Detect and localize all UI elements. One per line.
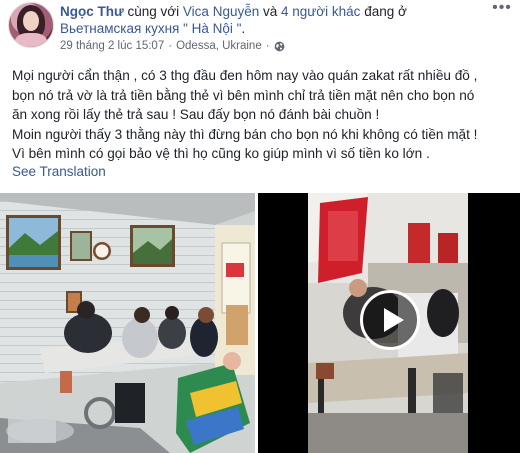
tagged-person-link[interactable]: Vica Nguyễn xyxy=(183,4,259,19)
more-options-icon[interactable]: ••• xyxy=(492,0,512,18)
post-message: Mọi người cẩn thận , có 3 thg đầu đen hô… xyxy=(12,66,512,164)
others-link[interactable]: 4 người khác xyxy=(281,4,360,19)
header-period: . xyxy=(241,21,246,36)
play-icon[interactable] xyxy=(360,290,420,350)
post-meta: 29 tháng 2 lúc 15:07 · Odessa, Ukraine · xyxy=(60,40,285,52)
with-text: cùng với xyxy=(123,4,183,19)
restaurant-scene xyxy=(0,193,255,453)
globe-icon[interactable] xyxy=(274,41,285,52)
see-translation-link[interactable]: See Translation xyxy=(12,164,106,179)
post-timestamp[interactable]: 29 tháng 2 lúc 15:07 xyxy=(60,40,164,52)
author-name-link[interactable]: Ngọc Thư xyxy=(60,4,124,19)
at-text: đang ở xyxy=(360,4,407,19)
meta-separator-2: · xyxy=(265,40,270,52)
post-text-line: bọn nó trả vờ là trả tiền bằng thẻ vì bê… xyxy=(12,87,475,103)
post-text-line: Vì bên mình có gọi bảo vệ thì họ cũng ko… xyxy=(12,146,430,161)
post-header: Ngọc Thư cùng với Vica Nguyễn và 4 người… xyxy=(60,3,480,37)
place-link[interactable]: Вьетнамская кухня " Hà Nội " xyxy=(60,21,241,36)
play-triangle xyxy=(384,308,404,332)
restaurant-interior-photo[interactable] xyxy=(0,193,255,453)
meta-separator: · xyxy=(168,40,173,52)
post-text-line: Moin người thấy 3 thằng này thì đừng bán… xyxy=(12,126,478,142)
avatar-body xyxy=(15,33,47,47)
author-avatar[interactable] xyxy=(8,2,54,48)
avatar-face xyxy=(23,11,39,31)
post-location[interactable]: Odessa, Ukraine xyxy=(176,40,262,52)
and-text: và xyxy=(259,4,281,19)
post-text-line: ăn xong rồi lấy thẻ trả sau ! Sau đấy bọ… xyxy=(12,107,380,122)
facebook-post: Ngọc Thư cùng với Vica Nguyễn và 4 người… xyxy=(0,0,520,453)
post-text-line: Mọi người cẩn thận , có 3 thg đầu đen hô… xyxy=(12,68,478,83)
